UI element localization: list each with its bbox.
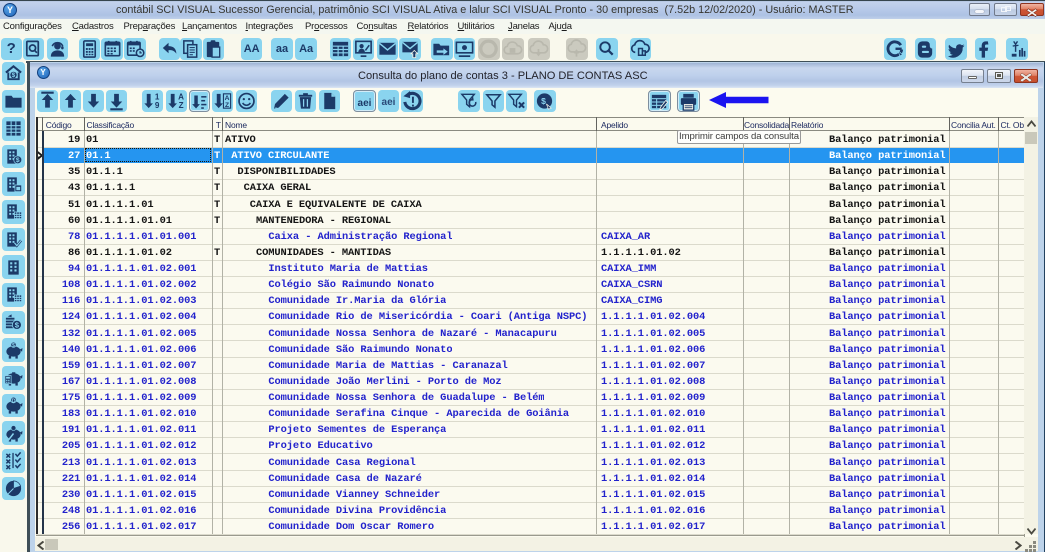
svg-text:aei: aei xyxy=(382,97,396,108)
svg-text:D: D xyxy=(11,398,15,404)
svg-text:A: A xyxy=(225,95,230,102)
svg-text:Z: Z xyxy=(225,102,229,109)
svg-text:$: $ xyxy=(541,96,546,106)
svg-text:9: 9 xyxy=(155,101,160,110)
svg-text:Z: Z xyxy=(178,101,183,110)
svg-text:aei: aei xyxy=(357,98,371,109)
svg-text:$: $ xyxy=(12,343,15,349)
svg-text:$: $ xyxy=(15,157,19,164)
svg-text:$: $ xyxy=(11,72,15,79)
